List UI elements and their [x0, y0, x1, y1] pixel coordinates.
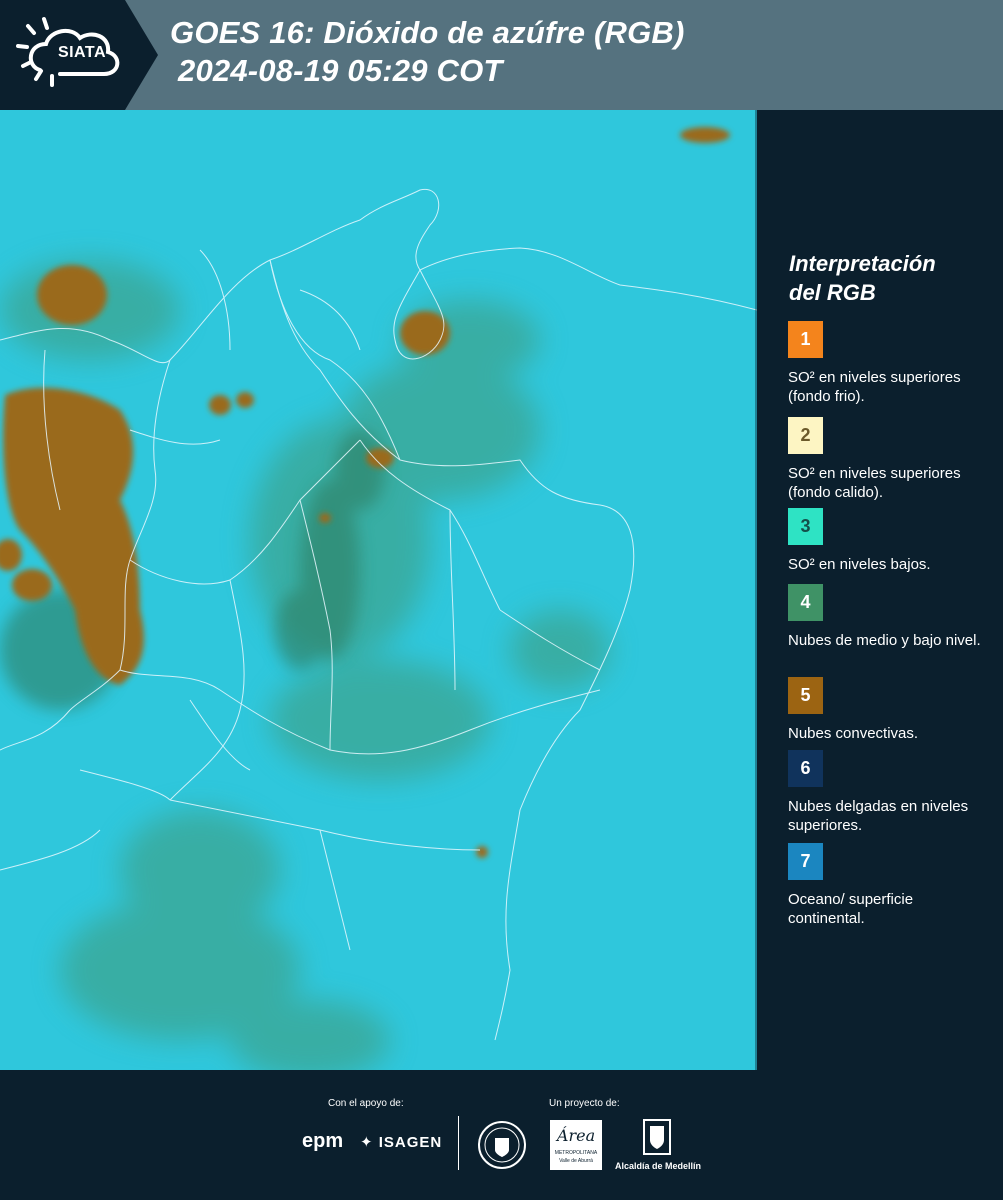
legend-swatch-5: 5 — [788, 677, 823, 714]
area-metropolitana-logo[interactable]: Área METROPOLITANA Valle de Aburrá — [550, 1120, 602, 1170]
project-label: Un proyecto de: — [549, 1098, 620, 1109]
epm-logo-text: epm — [302, 1130, 344, 1152]
title-timestamp: 2024-08-19 05:29 COT — [178, 53, 503, 88]
legend-title-line2: del RGB — [789, 280, 876, 305]
satellite-image — [0, 110, 757, 1070]
legend-title-line1: Interpretación — [789, 251, 936, 276]
legend-swatch-6: 6 — [788, 750, 823, 787]
footer-divider — [458, 1116, 459, 1170]
page-title: GOES 16: Dióxido de azúfre (RGB) 2024-08… — [170, 14, 685, 90]
area-metro-text: Área — [556, 1126, 596, 1145]
legend-swatch-2: 2 — [788, 417, 823, 454]
isagen-logo-text: ISAGEN — [378, 1134, 443, 1151]
alcaldia-text: Alcaldía de Medellín — [614, 1161, 702, 1171]
legend-label-1: SO² en niveles superiores (fondo frio). — [788, 369, 961, 405]
legend-label-7: Oceano/ superficie continental. — [788, 891, 914, 927]
siata-logo[interactable]: SIATA — [0, 0, 158, 110]
medellin-seal-logo[interactable] — [477, 1120, 527, 1175]
satellite-map[interactable] — [0, 110, 757, 1070]
legend-label-4: Nubes de medio y bajo nivel. — [788, 632, 981, 649]
legend-swatch-3: 3 — [788, 508, 823, 545]
legend-item-3: 3 SO² en niveles bajos. — [788, 508, 988, 574]
isagen-star-icon: ✦ — [360, 1134, 374, 1151]
area-metro-sub2: Valle de Aburrá — [559, 1158, 593, 1164]
support-label: Con el apoyo de: — [328, 1098, 404, 1109]
legend-swatch-4: 4 — [788, 584, 823, 621]
legend-item-2: 2 SO² en niveles superiores (fondo calid… — [788, 417, 988, 502]
title-product: GOES 16: Dióxido de azúfre (RGB) — [170, 15, 685, 50]
legend-label-2: SO² en niveles superiores (fondo calido)… — [788, 465, 961, 501]
area-metro-sub1: METROPOLITANA — [554, 1150, 598, 1156]
legend-swatch-1: 1 — [788, 321, 823, 358]
legend-title: Interpretación del RGB — [789, 249, 989, 307]
legend-label-5: Nubes convectivas. — [788, 725, 919, 742]
legend-item-6: 6 Nubes delgadas en niveles superiores. — [788, 750, 988, 835]
isagen-logo[interactable]: ✦ ISAGEN — [360, 1133, 442, 1151]
legend-item-5: 5 Nubes convectivas. — [788, 677, 988, 743]
legend-item-4: 4 Nubes de medio y bajo nivel. — [788, 584, 988, 650]
legend-swatch-7: 7 — [788, 843, 823, 880]
logo-text: SIATA — [57, 44, 107, 61]
legend-label-3: SO² en niveles bajos. — [788, 556, 931, 573]
epm-logo[interactable]: epm — [302, 1130, 343, 1153]
legend-label-6: Nubes delgadas en niveles superiores. — [788, 798, 969, 834]
alcaldia-medellin-logo[interactable]: Alcaldía de Medellín — [612, 1118, 704, 1171]
legend-item-7: 7 Oceano/ superficie continental. — [788, 843, 988, 928]
footer: Con el apoyo de: Un proyecto de: epm ✦ I… — [0, 1070, 1003, 1200]
header-bar: SIATA GOES 16: Dióxido de azúfre (RGB) 2… — [0, 0, 1003, 110]
legend-panel: Interpretación del RGB 1 SO² en niveles … — [757, 110, 1003, 1070]
legend-item-1: 1 SO² en niveles superiores (fondo frio)… — [788, 321, 988, 406]
